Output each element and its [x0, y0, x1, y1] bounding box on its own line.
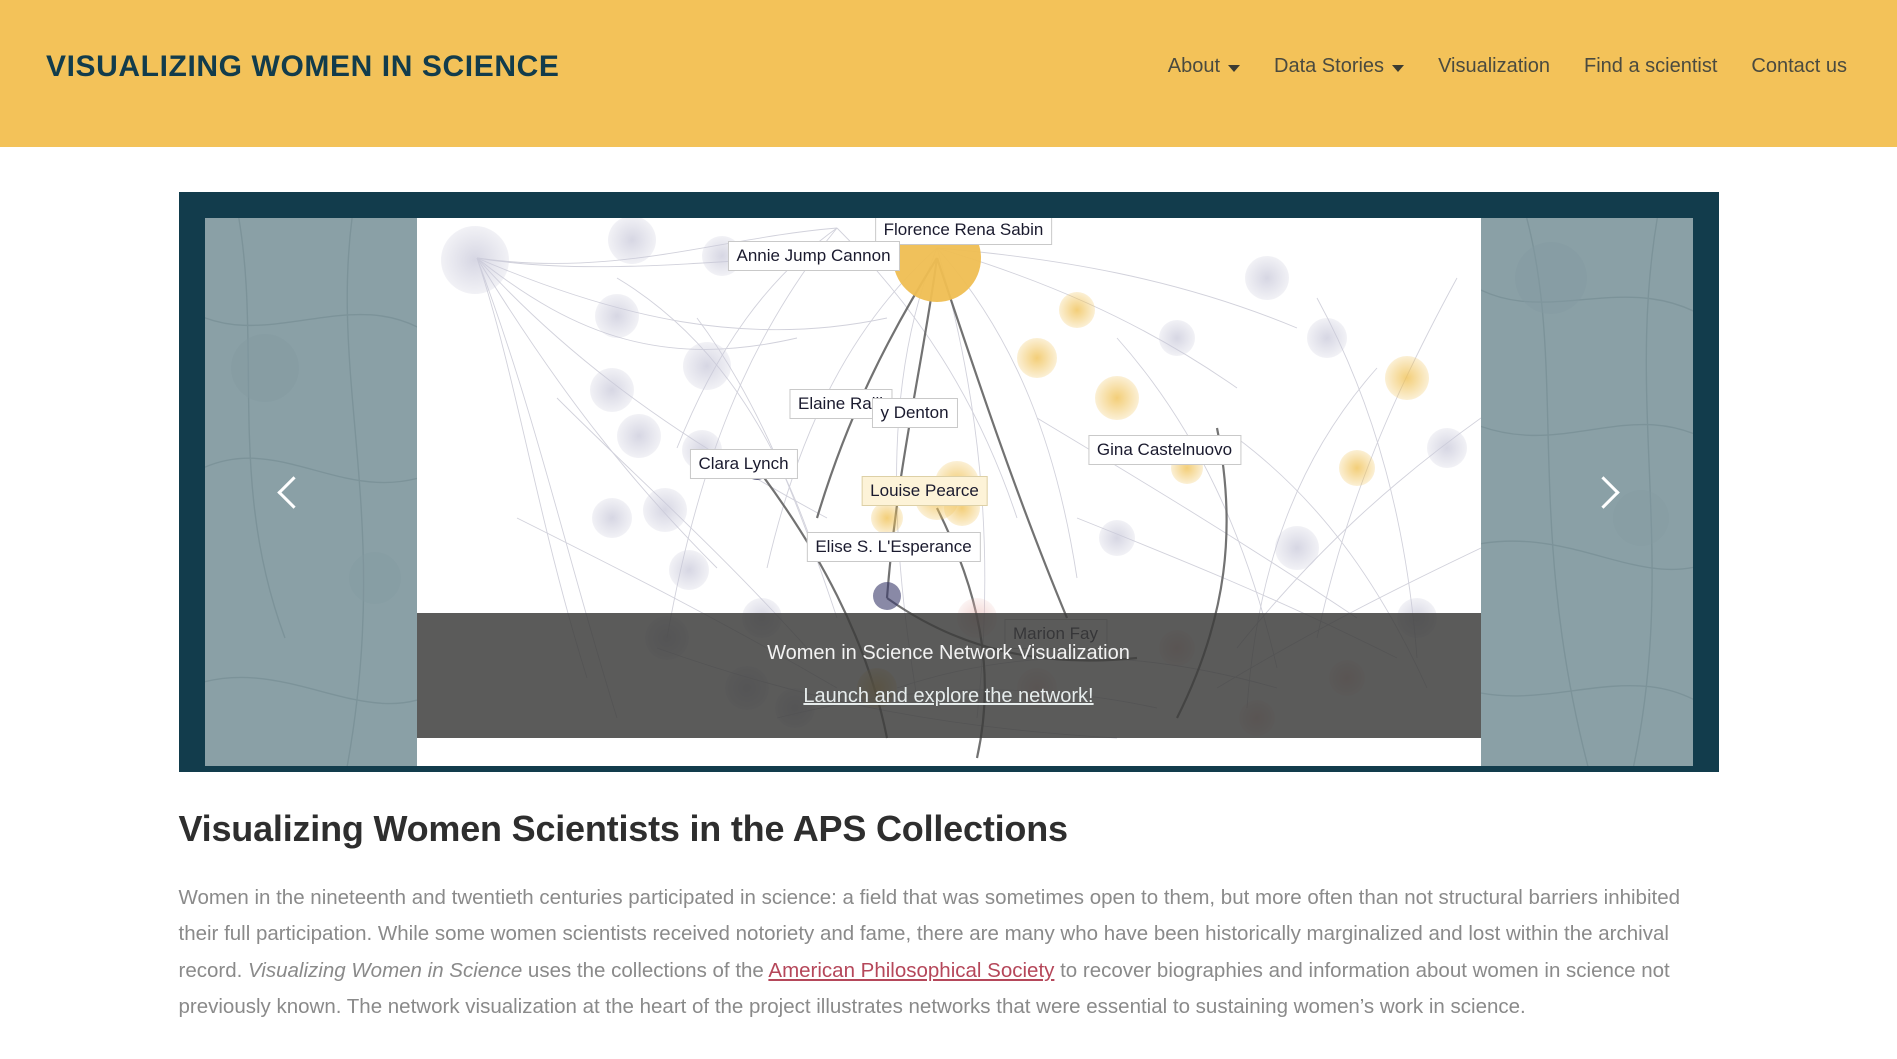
graph-node-label: Elise S. L'Esperance — [806, 532, 981, 562]
carousel-caption: Women in Science Network Visualization L… — [416, 613, 1481, 738]
page-main: Florence Rena Sabin Annie Jump Cannon El… — [169, 147, 1729, 1026]
paragraph-text-part2: uses the collections of the — [522, 958, 769, 982]
article-paragraph: Women in the nineteenth and twentieth ce… — [179, 880, 1719, 1026]
carousel: Florence Rena Sabin Annie Jump Cannon El… — [178, 192, 1719, 772]
carousel-prev-button[interactable] — [263, 464, 319, 520]
launch-network-link[interactable]: Launch and explore the network! — [803, 685, 1093, 708]
carousel-caption-title: Women in Science Network Visualization — [767, 642, 1130, 664]
nav-item-label: Data Stories — [1274, 55, 1385, 77]
article: Visualizing Women Scientists in the APS … — [179, 808, 1719, 1026]
page-title: Visualizing Women Scientists in the APS … — [178, 808, 1069, 849]
graph-node-label: Annie Jump Cannon — [727, 241, 900, 271]
graph-node-label: y Denton — [871, 398, 958, 428]
chevron-left-icon — [277, 475, 310, 509]
carousel-next-button[interactable] — [1579, 464, 1635, 520]
header-inner: VISUALIZING WOMEN IN SCIENCE About Data … — [0, 0, 1897, 147]
nav-item-about[interactable]: About — [1168, 55, 1240, 78]
nav-item-visualization[interactable]: Visualization — [1438, 55, 1550, 78]
carousel-stage: Florence Rena Sabin Annie Jump Cannon El… — [204, 218, 1693, 766]
site-header: VISUALIZING WOMEN IN SCIENCE About Data … — [0, 0, 1897, 147]
graph-node-label: Clara Lynch — [689, 449, 798, 479]
paragraph-italic-title: Visualizing Women in Science — [248, 958, 523, 982]
chevron-down-icon — [1392, 65, 1405, 72]
nav-item-contact-us[interactable]: Contact us — [1751, 55, 1847, 78]
nav-item-data-stories[interactable]: Data Stories — [1274, 55, 1405, 78]
graph-node-label: Gina Castelnuovo — [1087, 435, 1242, 465]
main-navigation: About Data Stories Visualization Find a … — [1168, 55, 1847, 78]
graph-node-label: Louise Pearce — [861, 476, 988, 506]
nav-item-label: About — [1167, 55, 1220, 77]
carousel-slide-network-visualization[interactable]: Florence Rena Sabin Annie Jump Cannon El… — [416, 218, 1481, 766]
graph-node-label: Florence Rena Sabin — [874, 218, 1053, 245]
american-philosophical-society-link[interactable]: American Philosophical Society — [768, 959, 1054, 982]
chevron-right-icon — [1587, 475, 1620, 509]
chevron-down-icon — [1228, 65, 1240, 72]
site-title-logo[interactable]: VISUALIZING WOMEN IN SCIENCE — [46, 50, 559, 84]
nav-item-find-a-scientist[interactable]: Find a scientist — [1584, 55, 1717, 78]
